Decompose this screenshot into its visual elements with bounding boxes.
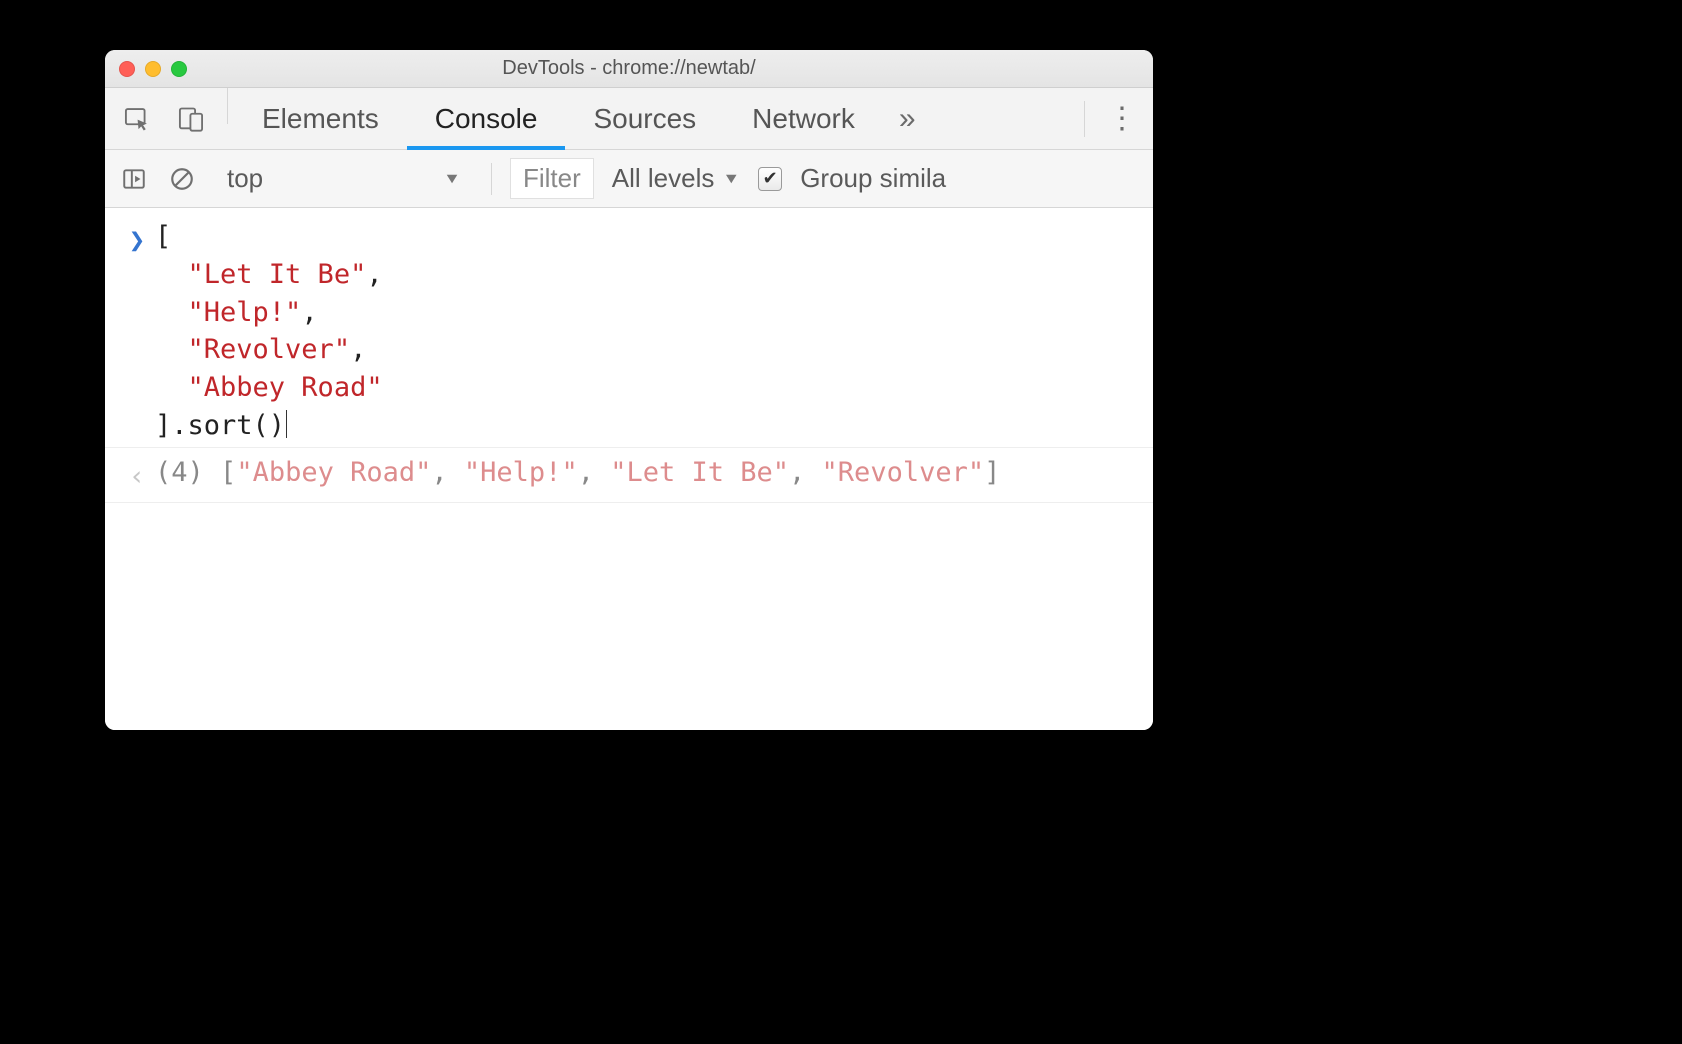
- console-panel: ❯ [ "Let It Be", "Help!", "Revolver", "A…: [105, 208, 1153, 730]
- chevron-down-icon: ▼: [722, 170, 740, 187]
- group-similar-checkbox[interactable]: ✔: [758, 167, 782, 191]
- console-toolbar: top ▼ Filter All levels ▼ ✔ Group simila: [105, 150, 1153, 208]
- prompt-icon: ❯: [119, 218, 155, 445]
- toggle-device-toolbar-icon[interactable]: [175, 103, 207, 135]
- devtools-window: DevTools - chrome://newtab/ Elements Con…: [105, 50, 1153, 730]
- separator: [1084, 101, 1085, 137]
- tab-label: Network: [752, 103, 855, 135]
- console-output-code: (4) ["Abbey Road", "Help!", "Let It Be",…: [155, 454, 1139, 496]
- clear-console-icon[interactable]: [167, 164, 197, 194]
- log-levels-label: All levels: [612, 163, 715, 194]
- context-label: top: [227, 163, 263, 194]
- log-levels-selector[interactable]: All levels ▼: [612, 163, 740, 194]
- chevron-right-double-icon: »: [899, 102, 916, 136]
- tab-strip: Elements Console Sources Network » ⋮: [105, 88, 1153, 150]
- console-input-row[interactable]: ❯ [ "Let It Be", "Help!", "Revolver", "A…: [105, 216, 1153, 447]
- toggle-console-sidebar-icon[interactable]: [119, 164, 149, 194]
- context-selector[interactable]: top ▼: [215, 159, 473, 198]
- tab-sources[interactable]: Sources: [565, 88, 724, 149]
- zoom-window-button[interactable]: [171, 61, 187, 77]
- more-vert-icon: ⋮: [1107, 104, 1135, 134]
- window-controls: [119, 61, 187, 77]
- tab-label: Sources: [593, 103, 696, 135]
- separator: [227, 88, 228, 124]
- tab-network[interactable]: Network: [724, 88, 883, 149]
- titlebar: DevTools - chrome://newtab/: [105, 50, 1153, 88]
- close-window-button[interactable]: [119, 61, 135, 77]
- window-title: DevTools - chrome://newtab/: [105, 57, 1153, 80]
- console-output-row: ‹ (4) ["Abbey Road", "Help!", "Let It Be…: [105, 447, 1153, 503]
- kebab-menu-button[interactable]: ⋮: [1089, 88, 1153, 149]
- tabs-overflow-button[interactable]: »: [883, 88, 932, 149]
- tab-console[interactable]: Console: [407, 88, 566, 149]
- filter-placeholder: Filter: [523, 163, 581, 193]
- console-input-code[interactable]: [ "Let It Be", "Help!", "Revolver", "Abb…: [155, 218, 1139, 445]
- inspect-element-icon[interactable]: [121, 103, 153, 135]
- panel-tabs: Elements Console Sources Network: [234, 88, 883, 149]
- tab-label: Console: [435, 103, 538, 135]
- group-similar-label: Group simila: [800, 163, 946, 194]
- chevron-down-icon: ▼: [443, 170, 461, 187]
- output-icon: ‹: [119, 454, 155, 496]
- filter-input[interactable]: Filter: [510, 158, 594, 199]
- tab-elements[interactable]: Elements: [234, 88, 407, 149]
- tab-label: Elements: [262, 103, 379, 135]
- separator: [491, 163, 492, 195]
- minimize-window-button[interactable]: [145, 61, 161, 77]
